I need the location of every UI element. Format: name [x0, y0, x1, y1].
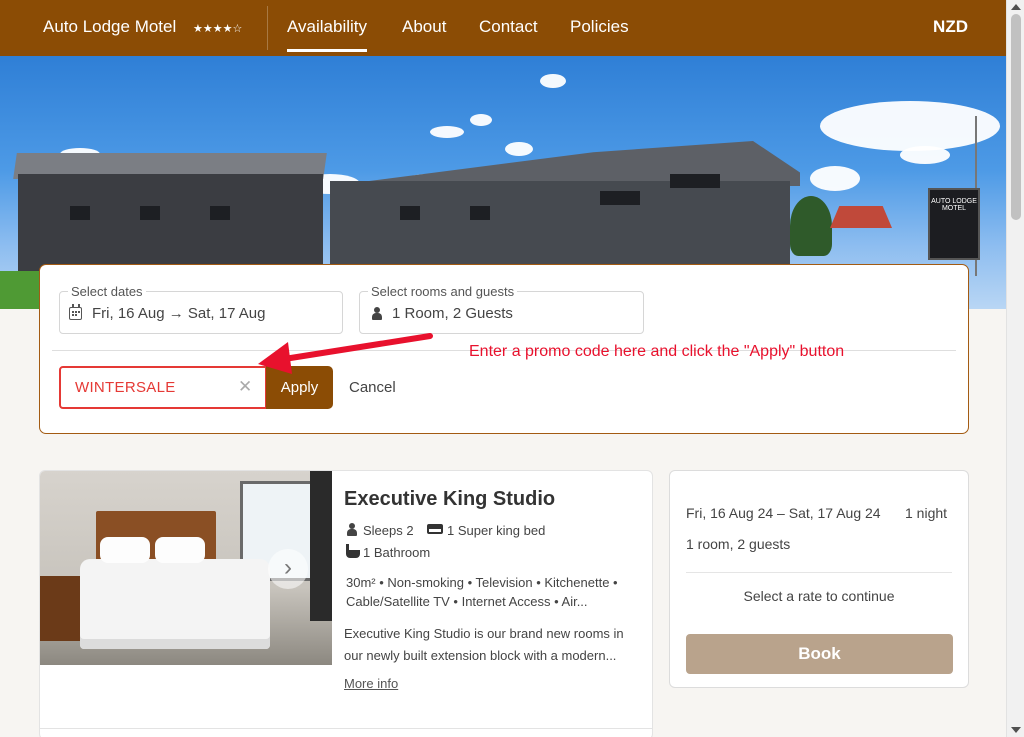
- currency-selector[interactable]: NZD: [933, 17, 968, 37]
- cancel-button[interactable]: Cancel: [349, 379, 396, 396]
- guests-icon: [346, 523, 358, 536]
- bed-icon: [427, 524, 443, 534]
- scroll-down-icon[interactable]: [1011, 727, 1021, 733]
- summary-guests: 1 room, 2 guests: [686, 536, 791, 552]
- book-button[interactable]: Book: [686, 634, 953, 674]
- scroll-thumb[interactable]: [1011, 14, 1021, 220]
- nav-about[interactable]: About: [402, 17, 446, 37]
- motel-sign: AUTO LODGE MOTEL: [928, 188, 980, 260]
- annotation-arrow-icon: [258, 333, 433, 374]
- room-title[interactable]: Executive King Studio: [344, 488, 555, 511]
- annotation-text: Enter a promo code here and click the "A…: [469, 343, 845, 360]
- promo-code-input[interactable]: [61, 368, 237, 407]
- more-info-link[interactable]: More info: [344, 676, 398, 691]
- star-rating-icon: ★★★★☆: [193, 23, 243, 35]
- bath-icon: [346, 544, 360, 558]
- page-scrollbar[interactable]: [1006, 0, 1024, 737]
- amenities-list: 30m² • Non-smoking • Television • Kitche…: [346, 575, 618, 609]
- select-rate-message: Select a rate to continue: [743, 588, 895, 604]
- room-card: › Executive King Studio Sleeps 2 1 Super…: [39, 470, 653, 737]
- brand-name[interactable]: Auto Lodge Motel: [43, 17, 176, 37]
- nav-divider: [267, 6, 268, 50]
- room-photo[interactable]: ›: [40, 471, 332, 665]
- rooms-guests-label: Select rooms and guests: [368, 284, 518, 299]
- dates-value: Fri, 16 Aug → Sat, 17 Aug: [92, 305, 266, 322]
- summary-dates: Fri, 16 Aug 24 – Sat, 17 Aug 24: [686, 505, 881, 521]
- nav-policies[interactable]: Policies: [570, 17, 629, 37]
- chevron-right-icon[interactable]: ›: [268, 549, 308, 589]
- sleeps-text: Sleeps 2: [363, 523, 414, 538]
- bed-text: 1 Super king bed: [447, 523, 546, 538]
- scroll-up-icon[interactable]: [1011, 4, 1021, 10]
- bathroom-text: 1 Bathroom: [363, 545, 431, 560]
- clear-icon[interactable]: ✕: [238, 377, 252, 397]
- room-description: Executive King Studio is our brand new r…: [344, 626, 624, 663]
- person-icon: [371, 307, 384, 320]
- top-nav: Auto Lodge Motel ★★★★☆ Availability Abou…: [0, 0, 1006, 56]
- divider: [40, 728, 652, 729]
- booking-summary: Fri, 16 Aug 24 – Sat, 17 Aug 24 1 night …: [669, 470, 969, 688]
- promo-code-field[interactable]: ✕: [59, 366, 267, 409]
- summary-nights: 1 night: [905, 505, 948, 521]
- divider: [686, 572, 952, 573]
- calendar-icon: [69, 304, 82, 320]
- nav-contact[interactable]: Contact: [479, 17, 538, 37]
- dates-label: Select dates: [68, 284, 146, 299]
- nav-availability[interactable]: Availability: [287, 17, 368, 52]
- rooms-guests-value: 1 Room, 2 Guests: [392, 305, 513, 322]
